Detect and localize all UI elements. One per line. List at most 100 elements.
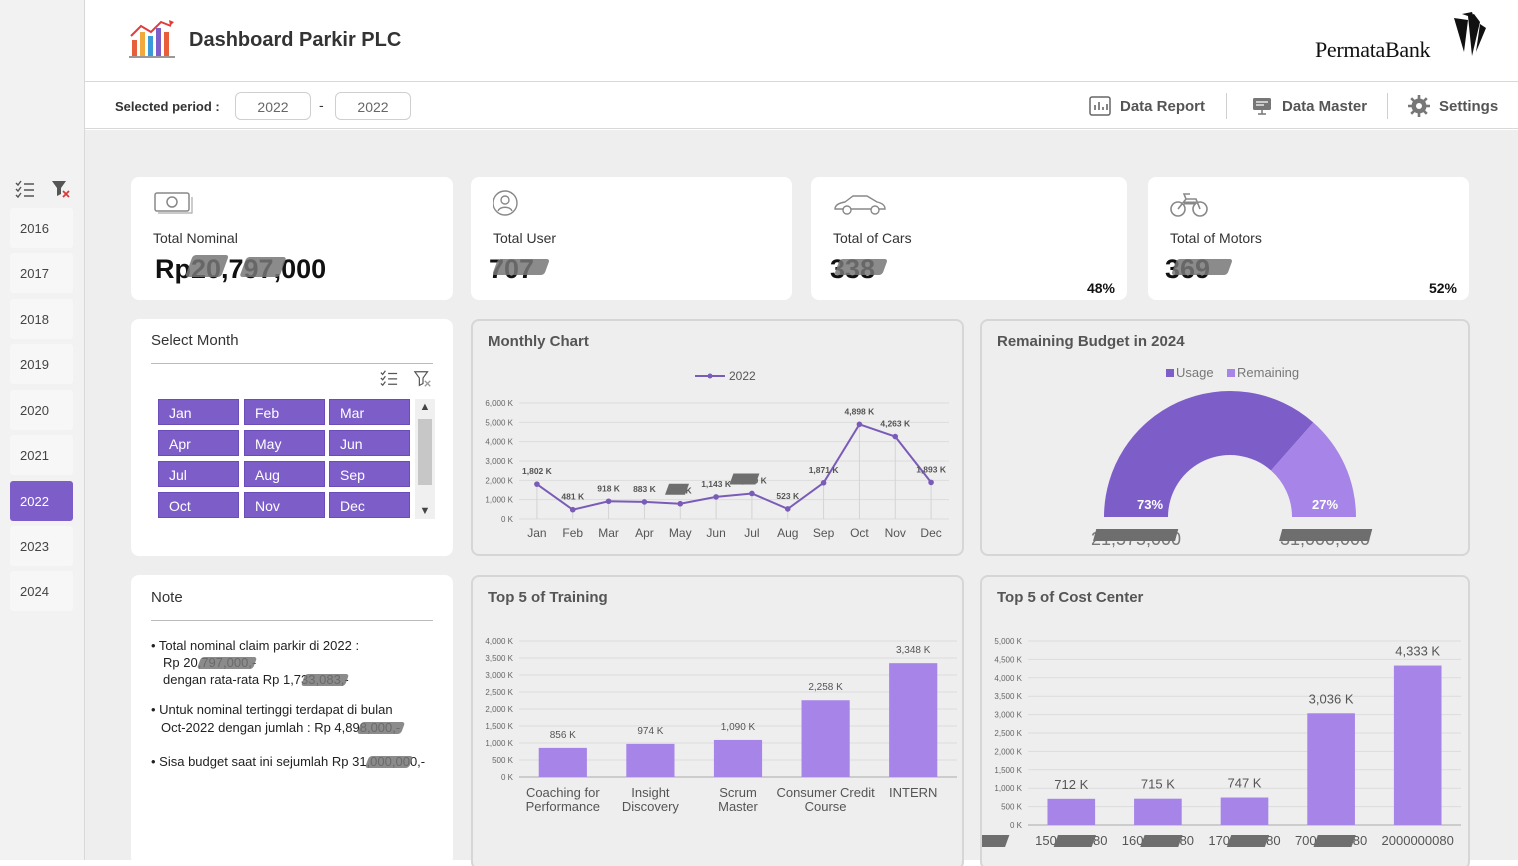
chart-legend: Usage Remaining [1166,365,1299,380]
kpi-percent: 48% [1086,280,1115,296]
scroll-up-icon[interactable]: ▲ [415,401,435,413]
data-point [641,499,648,505]
multi-select-icon[interactable] [14,178,36,200]
x-tick-label: Mar [598,526,619,540]
legend-label: Remaining [1237,365,1299,380]
legend-point-marker [707,373,713,379]
cost-center-chart-panel: Top 5 of Cost Center 0 K 500 K 1,000 K 1,50… [980,575,1470,866]
clear-filter-icon[interactable] [413,369,433,394]
settings-label: Settings [1439,97,1499,115]
period-to-input[interactable]: 2022 [335,92,411,120]
motorcycle-icon [1170,189,1210,217]
data-report-button[interactable]: Data Report [1088,93,1205,119]
year-item-2024[interactable]: 2024 [10,571,73,611]
year-item-2016[interactable]: 2016 [10,208,73,248]
page-title: Dashboard Parkir PLC [189,29,402,51]
kpi-value: Rp20,797,000 [155,254,327,284]
kpi-total-user: Total User 707 [471,177,792,300]
data-label: 523 K [776,491,800,501]
data-point [749,490,755,497]
legend-label: 2022 [729,369,756,383]
data-label: 747 K [1228,776,1262,791]
data-master-button[interactable]: Data Master [1250,93,1367,119]
month-button-sep[interactable]: Sep [329,461,410,487]
multi-select-icon[interactable] [379,369,399,392]
year-item-2018[interactable]: 2018 [10,299,73,339]
month-button-dec[interactable]: Dec [329,492,410,518]
redaction-mark [1313,835,1356,847]
y-tick-label: 3,500 K [485,654,513,663]
data-label: 4,263 K [880,419,911,429]
data-label: 715 K [1141,777,1175,792]
legend-swatch-remaining [1227,369,1235,377]
scroll-thumb[interactable] [418,419,432,485]
month-button-jul[interactable]: Jul [158,461,239,487]
data-point [534,481,540,487]
bar [1393,665,1442,825]
period-from-input[interactable]: 2022 [235,92,311,120]
redaction-mark [1140,835,1183,847]
slice-label: 27% [1312,497,1338,512]
data-label: 481 K [561,492,585,502]
y-tick-label: 3,000 K [485,671,513,680]
y-tick-label: 2,500 K [485,688,513,697]
nav-divider [1387,93,1388,119]
slicer-scrollbar[interactable]: ▲ ▼ [415,399,435,519]
month-button-jan[interactable]: Jan [158,399,239,425]
monthly-line-chart: 2022 0 K 1,000 K 2,000 K 3,000 K 4,000 K 5,000… [485,369,949,540]
data-point [713,494,719,500]
month-button-feb[interactable]: Feb [244,399,325,425]
clear-filter-icon[interactable] [50,178,72,200]
monthly-chart-panel: Monthly Chart 2022 0 K 1,000 K 2,000 K 3,000… [471,319,964,556]
y-tick-label: 0 K [501,773,514,782]
data-label: 3,348 K [896,645,931,656]
data-point [892,433,899,440]
month-slicer: Select Month Jan Feb Mar Apr May Jun Jul Aug Sep… [131,319,453,556]
redaction-mark [1053,835,1096,847]
y-tick-label: 4,000 K [485,637,513,646]
month-button-may[interactable]: May [244,430,325,456]
bar [626,743,675,777]
year-item-2020[interactable]: 2020 [10,390,73,430]
year-item-2022[interactable]: 2022 [10,481,73,521]
header: Dashboard Parkir PLC PermataBank [85,0,1518,82]
x-tick-label: Jan [527,526,546,540]
month-button-jun[interactable]: Jun [329,430,410,456]
legend-label: Usage [1176,365,1214,380]
data-point [856,421,863,428]
kpi-percent: 52% [1428,280,1457,296]
x-tick-label: Sep [813,526,835,540]
month-button-mar[interactable]: Mar [329,399,410,425]
training-chart-panel: Top 5 of Training 0 K 500 K 1,000 K 1,500 K… [471,575,964,866]
y-tick-label: 0 K [501,515,514,524]
month-button-aug[interactable]: Aug [244,461,325,487]
month-button-oct[interactable]: Oct [158,492,239,518]
divider [151,363,433,364]
redaction-mark [1279,529,1373,541]
scroll-down-icon[interactable]: ▼ [415,505,435,517]
training-bar-chart: 0 K 500 K 1,000 K 1,500 K 2,000 K 2,500 K 3,00… [485,637,957,814]
data-point [820,480,827,486]
y-tick-label: 2,000 K [485,705,513,714]
month-button-nov[interactable]: Nov [244,492,325,518]
donut-slice-usage [1104,391,1314,517]
data-label: 856 K [550,730,576,741]
kpi-total-nominal: Total Nominal Rp20,797,000 [131,177,453,300]
bank-name: PermataBank [1315,37,1431,62]
redaction-mark [364,756,414,768]
settings-button[interactable]: Settings [1407,93,1498,119]
year-item-2023[interactable]: 2023 [10,526,73,566]
y-tick-label: 5,000 K [485,418,513,427]
year-slicer-tools [14,178,72,200]
kpi-total-cars: Total of Cars 338 48% [811,177,1127,300]
year-item-2019[interactable]: 2019 [10,344,73,384]
month-button-apr[interactable]: Apr [158,430,239,456]
year-item-2017[interactable]: 2017 [10,253,73,293]
year-item-2021[interactable]: 2021 [10,435,73,475]
data-label: 4,898 K [845,406,876,416]
series-line-2022 [536,423,932,511]
kpi-label: Total Nominal [153,230,238,246]
bank-logo: PermataBank [1315,12,1490,62]
y-tick-label: 2,500 K [994,729,1022,738]
year-slicer-sidebar: 2016 2017 2018 2019 2020 2021 2022 2023 2024 [0,0,85,860]
